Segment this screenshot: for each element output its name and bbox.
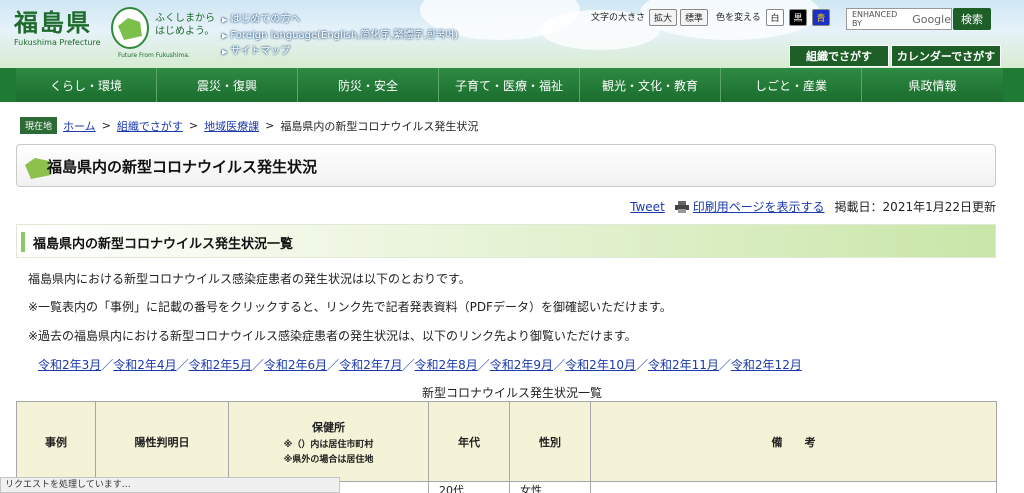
nav-item-tourism-culture[interactable]: 観光・文化・教育 — [580, 68, 721, 102]
search-input[interactable]: ENHANCED BY Google — [846, 8, 952, 30]
header-link-label: はじめての方へ — [230, 14, 301, 25]
month-separator: ／ — [635, 358, 648, 372]
logo-title: 福島県 — [14, 9, 92, 37]
breadcrumb-link-dept[interactable]: 地域医療課 — [204, 118, 259, 134]
month-link[interactable]: 令和2年9月 — [490, 358, 553, 372]
print-link-group[interactable]: 印刷用ページを表示する — [674, 198, 825, 215]
col-header-health-center: 保健所 ※（）内は居住市町村 ※県外の場合は居住地 — [228, 401, 429, 482]
search-brand: Google — [912, 12, 951, 26]
breadcrumb: 現在地 ホーム > 組織でさがす > 地域医療課 > 福島県内の新型コロナウイル… — [20, 117, 478, 134]
archive-month-links: 令和2年3月／令和2年4月／令和2年5月／令和2年6月／令和2年7月／令和2年8… — [38, 356, 802, 373]
col-header-case: 事例 — [16, 401, 96, 482]
header-link-label: サイトマップ — [230, 46, 291, 57]
search-button[interactable]: 検索 — [953, 8, 991, 30]
header-link-sitemap[interactable]: ▶ サイトマップ — [222, 44, 458, 60]
col-header-date: 陽性判明日 — [95, 401, 229, 482]
intro-paragraph: 福島県内における新型コロナウイルス感染症患者の発生状況は以下のとおりです。 — [28, 272, 471, 286]
section-accent-bar — [21, 232, 25, 252]
month-separator: ／ — [251, 358, 264, 372]
col-header-remarks: 備 考 — [590, 401, 997, 482]
month-link[interactable]: 令和2年6月 — [264, 358, 327, 372]
month-link[interactable]: 令和2年4月 — [113, 358, 176, 372]
header-links: ▶ はじめての方へ ▶ Foreign language(English,简化字,繁… — [222, 12, 458, 60]
search-placeholder: ENHANCED BY — [852, 10, 898, 28]
month-separator: ／ — [176, 358, 189, 372]
month-separator: ／ — [553, 358, 566, 372]
breadcrumb-separator: > — [188, 119, 199, 132]
month-separator: ／ — [327, 358, 340, 372]
nav-item-disaster-recovery[interactable]: 震災・復興 — [157, 68, 298, 102]
color-blue-button[interactable]: 青 — [812, 9, 830, 26]
header-link-foreign-language[interactable]: ▶ Foreign language(English,简化字,繁體字,한국어) — [222, 28, 458, 44]
arrow-icon: ▶ — [222, 48, 228, 56]
arrow-icon: ▶ — [222, 16, 228, 24]
print-page-link[interactable]: 印刷用ページを表示する — [693, 198, 825, 215]
org-search-button[interactable]: 組織でさがす — [789, 45, 889, 67]
catchphrase-line: はじめよう。 — [155, 26, 215, 37]
catchphrase: ふくしまから はじめよう。 — [155, 12, 215, 38]
future-tagline: Future From Fukushima. — [118, 52, 190, 59]
month-link[interactable]: 令和2年10月 — [565, 358, 636, 372]
logo-subtitle: Fukushima Prefecture — [14, 38, 101, 47]
color-change-label: 色を変える — [716, 13, 761, 23]
col-header-sex: 性別 — [509, 401, 591, 482]
col-header-health-center-note: ※（）内は居住市町村 — [283, 439, 374, 450]
breadcrumb-separator: > — [101, 119, 111, 132]
month-separator: ／ — [101, 358, 114, 372]
month-separator: ／ — [402, 358, 415, 372]
col-header-age: 年代 — [428, 401, 510, 482]
table-cell-sex: 女性 — [509, 481, 591, 493]
col-header-health-center-label: 保健所 — [312, 420, 345, 434]
breadcrumb-separator: > — [265, 119, 275, 132]
color-white-button[interactable]: 白 — [766, 9, 784, 26]
page-title-box: 福島県内の新型コロナウイルス発生状況 — [16, 144, 996, 187]
note-paragraph: ※一覧表内の「事例」に記載の番号をクリックすると、リンク先で記者発表資料（PDF… — [28, 300, 672, 314]
page-tools: Tweet 印刷用ページを表示する 掲載日：2021年1月22日更新 — [630, 198, 996, 215]
global-nav: くらし・環境 震災・復興 防災・安全 子育て・医療・福祉 観光・文化・教育 しご… — [0, 68, 1024, 102]
nav-item-government[interactable]: 県政情報 — [862, 68, 1003, 102]
publish-date: 掲載日：2021年1月22日更新 — [834, 200, 996, 214]
site-header: 福島県 Fukushima Prefecture ふくしまから はじめよう。 F… — [0, 0, 1024, 68]
header-link-first-visit[interactable]: ▶ はじめての方へ — [222, 12, 458, 28]
month-link[interactable]: 令和2年8月 — [414, 358, 477, 372]
printer-icon — [674, 200, 689, 213]
browser-status-bar: リクエストを処理しています… — [0, 477, 340, 493]
font-standard-button[interactable]: 標準 — [680, 9, 708, 26]
arrow-icon: ▶ — [222, 32, 228, 40]
section-title: 福島県内の新型コロナウイルス発生状況一覧 — [33, 237, 294, 252]
site-logo[interactable]: 福島県 Fukushima Prefecture — [14, 10, 101, 47]
month-link[interactable]: 令和2年11月 — [648, 358, 719, 372]
month-link[interactable]: 令和2年5月 — [189, 358, 252, 372]
table-caption: 新型コロナウイルス発生状況一覧 — [421, 386, 602, 400]
month-link[interactable]: 令和2年3月 — [38, 358, 101, 372]
tweet-link[interactable]: Tweet — [630, 200, 665, 214]
prefecture-mascot-icon — [111, 7, 149, 49]
table-cell — [590, 481, 997, 493]
color-black-button[interactable]: 黒 — [789, 9, 807, 26]
breadcrumb-link-org[interactable]: 組織でさがす — [117, 118, 183, 134]
table-header-row: 事例 陽性判明日 保健所 ※（）内は居住市町村 ※県外の場合は居住地 年代 性別… — [16, 401, 997, 482]
section-header: 福島県内の新型コロナウイルス発生状況一覧 — [16, 224, 996, 258]
header-link-label: Foreign language(English,简化字,繁體字,한국어) — [230, 30, 459, 41]
breadcrumb-current: 福島県内の新型コロナウイルス発生状況 — [280, 119, 479, 133]
nav-item-safety[interactable]: 防災・安全 — [298, 68, 439, 102]
month-separator: ／ — [718, 358, 731, 372]
month-link[interactable]: 令和2年12月 — [731, 358, 802, 372]
font-size-label: 文字の大きさ — [591, 13, 646, 23]
nav-item-childcare-medical[interactable]: 子育て・医療・福祉 — [439, 68, 580, 102]
calendar-search-button[interactable]: カレンダーでさがす — [891, 45, 1001, 67]
archive-paragraph: ※過去の福島県内における新型コロナウイルス感染症患者の発生状況は、以下のリンク先… — [28, 329, 637, 343]
font-enlarge-button[interactable]: 拡大 — [649, 9, 677, 26]
table-cell-age: 20代 — [428, 481, 510, 493]
nav-item-living[interactable]: くらし・環境 — [16, 68, 157, 102]
page-title: 福島県内の新型コロナウイルス発生状況 — [47, 158, 318, 176]
catchphrase-line: ふくしまから — [155, 13, 215, 24]
breadcrumb-link-home[interactable]: ホーム — [63, 118, 96, 134]
nav-item-work-industry[interactable]: しごと・産業 — [721, 68, 862, 102]
col-header-health-center-note: ※県外の場合は居住地 — [283, 454, 374, 465]
month-link[interactable]: 令和2年7月 — [339, 358, 402, 372]
month-separator: ／ — [477, 358, 490, 372]
current-location-badge: 現在地 — [20, 117, 58, 134]
